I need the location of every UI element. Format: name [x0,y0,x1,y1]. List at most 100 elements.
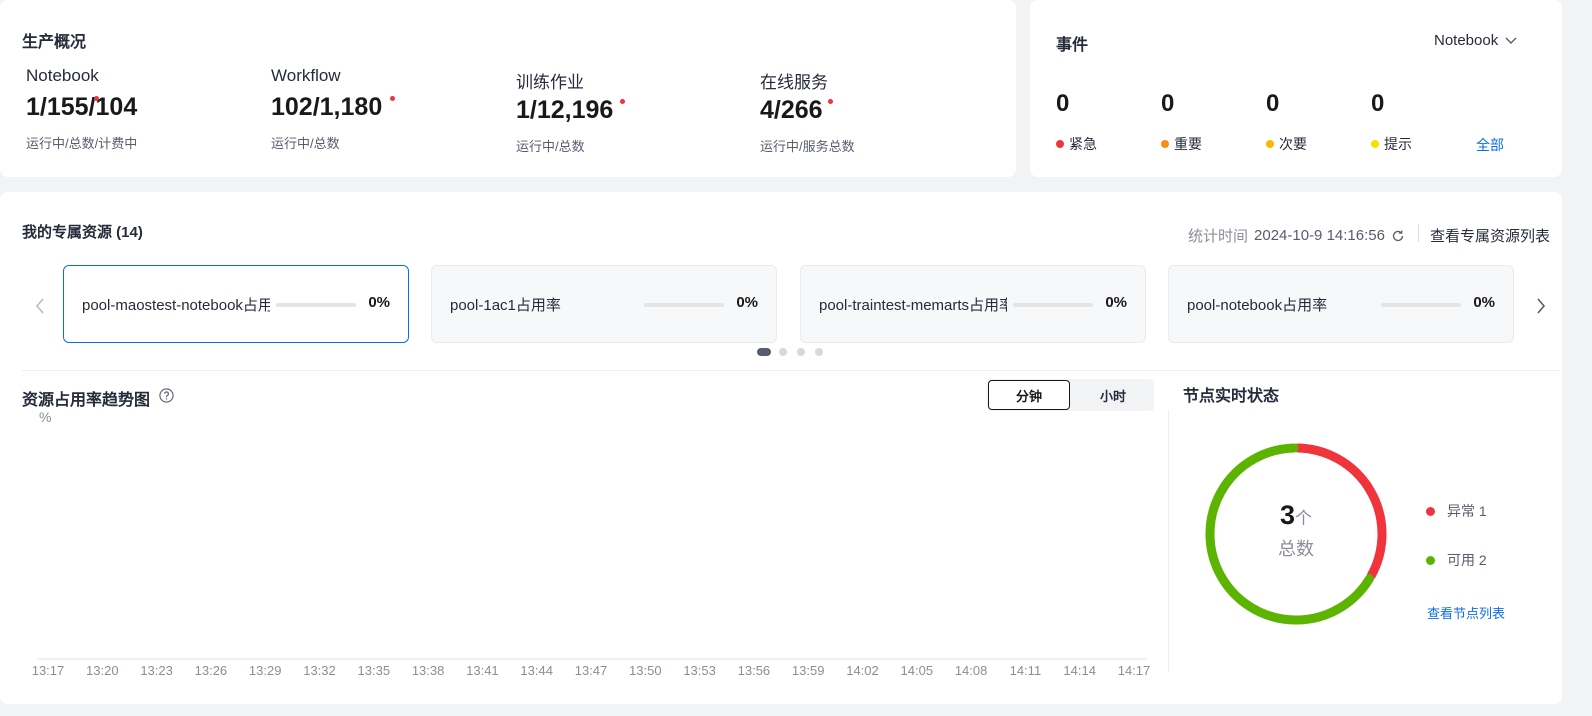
stat-time-label: 统计时间 [1188,228,1249,245]
chart-divider [1168,410,1169,672]
event-urgent-dot [1056,140,1064,148]
legend-abnormal-dot [1426,506,1435,516]
stat-notebook-label: Notebook [26,66,99,85]
node-total-unit: 个 [1295,509,1313,528]
stat-divider [1418,224,1419,242]
stat-training-label: 训练作业 [516,73,584,92]
legend-available-label: 可用 [1447,552,1475,568]
carousel-dot[interactable] [797,348,805,356]
donut-center: 3个 总数 [1266,500,1326,561]
pool-card-notebook[interactable]: pool-notebook占用率 0% [1168,265,1514,343]
stat-notebook-value: 1/155/104 [26,93,138,121]
chevron-down-icon [1505,37,1517,44]
event-urgent[interactable]: 紧急 [1056,134,1097,154]
stat-workflow-sub: 运行中/总数 [271,136,340,151]
refresh-icon[interactable] [1391,229,1405,243]
legend-abnormal-count: 1 [1478,503,1487,519]
legend-abnormal-label: 异常 [1447,503,1475,519]
event-minor-label: 次要 [1279,136,1307,152]
event-major[interactable]: 重要 [1161,134,1202,154]
x-tick-label: 13:59 [791,663,825,678]
x-tick-label: 13:56 [737,663,771,678]
legend-available-dot [1426,555,1435,565]
pool-name: pool-notebook占用率 [1187,297,1328,314]
stat-workflow-label: Workflow [271,66,341,85]
usage-bar [1381,303,1461,307]
nodes-title: 节点实时状态 [1183,388,1280,405]
x-tick-label: 13:50 [629,663,662,678]
x-tick-label: 14:17 [1117,663,1151,678]
x-tick-label: 14:08 [954,663,988,678]
carousel-next-icon[interactable] [1535,297,1547,315]
event-minor[interactable]: 次要 [1266,134,1307,154]
stat-workflow-value: 102/1,180 [271,93,383,121]
x-tick-label: 14:14 [1063,663,1096,678]
events-filter-dropdown[interactable]: Notebook [1434,32,1517,49]
overview-title: 生产概况 [22,34,87,51]
pool-pct: 0% [368,294,390,311]
x-tick-label: 13:20 [86,663,119,678]
carousel-dot[interactable] [779,348,787,356]
pool-card-1ac1[interactable]: pool-1ac1占用率 0% [431,265,777,343]
usage-bar [276,303,356,307]
pool-card-maostest[interactable]: pool-maostest-notebook占用率 0% [63,265,409,343]
x-tick-label: 13:41 [466,663,499,678]
x-tick-label: 14:11 [1009,663,1042,678]
events-title: 事件 [1056,37,1089,54]
usage-bar [1013,303,1093,307]
x-tick-label: 14:02 [846,663,879,678]
overview-card: 生产概况 Notebook 1/155/104 运行中/总数/计费中 Workf… [0,0,1016,177]
stat-service-sub: 运行中/服务总数 [760,139,855,154]
tab-minute[interactable]: 分钟 [988,380,1070,410]
pool-name: pool-maostest-notebook占用率 [82,297,270,314]
x-tick-label: 14:05 [900,663,934,678]
event-minor-count: 0 [1266,90,1280,117]
pool-pct: 0% [1105,294,1127,311]
event-hint[interactable]: 提示 [1371,134,1412,154]
event-hint-dot [1371,140,1379,148]
pool-card-traintest[interactable]: pool-traintest-memarts占用率 0% [800,265,1146,343]
carousel-dot-active[interactable] [757,348,771,356]
stat-notebook-sub: 运行中/总数/计费中 [26,136,138,151]
x-tick-label: 13:23 [140,663,173,678]
stat-training-value: 1/12,196 [516,96,614,124]
pool-pct: 0% [1473,294,1495,311]
tab-hour[interactable]: 小时 [1072,380,1154,410]
usage-bar [644,303,724,307]
x-tick-label: 13:38 [411,663,445,678]
section-divider [22,370,1560,371]
stat-training-sub: 运行中/总数 [516,139,585,154]
event-minor-dot [1266,140,1274,148]
pool-name: pool-traintest-memarts占用率 [819,297,1007,314]
event-urgent-count: 0 [1056,90,1070,117]
event-major-label: 重要 [1174,136,1202,152]
event-major-count: 0 [1161,90,1175,117]
stat-service-value: 4/266 [760,96,823,124]
event-hint-count: 0 [1371,90,1385,117]
workflow-alert-dot [390,96,395,101]
x-tick-label: 13:17 [31,663,65,678]
x-tick-label: 13:53 [683,663,716,678]
resource-list-link[interactable]: 查看专属资源列表 [1430,225,1550,246]
service-alert-dot [828,99,833,104]
stat-time: 统计时间 2024-10-9 14:16:56 [1188,225,1405,246]
events-filter-value: Notebook [1434,32,1499,49]
legend-available-count: 2 [1478,552,1487,568]
carousel-prev-icon[interactable] [34,297,46,315]
carousel-dot[interactable] [815,348,823,356]
event-urgent-label: 紧急 [1069,136,1097,152]
event-hint-label: 提示 [1384,136,1412,152]
node-list-link[interactable]: 查看节点列表 [1427,603,1505,622]
events-all-link[interactable]: 全部 [1476,135,1504,155]
events-card: 事件 Notebook 0 紧急 0 重要 0 次要 0 提示 全部 [1030,0,1562,177]
legend-abnormal: 异常 1 [1426,501,1487,521]
x-tick-label: 13:32 [303,663,336,678]
x-tick-label: 13:29 [248,663,282,678]
trend-chart [37,658,1147,660]
notebook-alert-dot [94,96,99,101]
help-icon[interactable] [159,388,174,403]
x-tick-label: 13:47 [574,663,608,678]
trend-title: 资源占用率趋势图 [22,392,151,409]
x-tick-label: 13:44 [520,663,553,678]
node-total-label: 总数 [1278,539,1314,559]
